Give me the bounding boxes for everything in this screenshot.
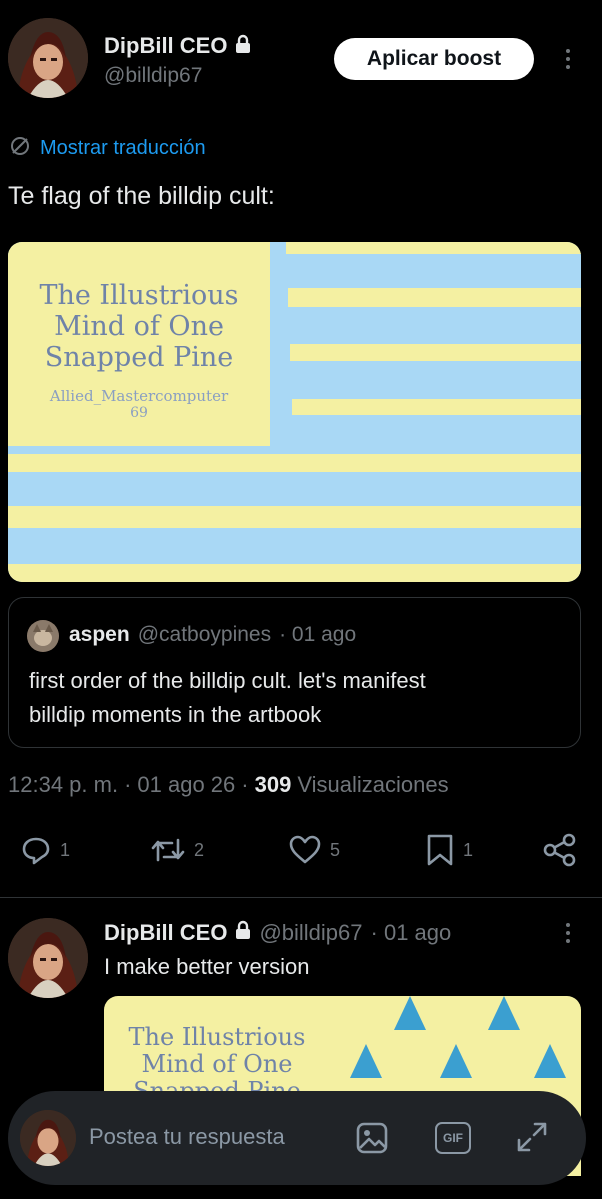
reply-more-options-icon[interactable] — [556, 921, 580, 945]
quote-text-line-2: billdip moments in the artbook — [29, 702, 322, 727]
reply-flag-title-line-1: The Illustrious — [128, 1023, 306, 1051]
translate-icon — [8, 134, 32, 163]
quote-author-avatar — [27, 620, 59, 652]
reply-author-name: DipBill CEO — [104, 920, 228, 945]
boost-button[interactable]: Aplicar boost — [334, 38, 534, 80]
gif-label: GIF — [443, 1131, 463, 1145]
reply-author-avatar[interactable] — [8, 918, 88, 998]
quote-text-line-1: first order of the billdip cult. let's m… — [29, 668, 426, 693]
expand-icon[interactable] — [515, 1120, 549, 1159]
flag-number: 69 — [130, 405, 148, 421]
more-options-icon[interactable] — [556, 47, 580, 71]
heart-icon — [288, 834, 322, 866]
lock-icon — [235, 34, 251, 59]
quote-date: · 01 ago — [279, 623, 357, 646]
show-translation-label: Mostrar traducción — [40, 136, 206, 159]
like-count: 5 — [330, 839, 341, 860]
reply-author-handle: @billdip67 — [259, 920, 363, 945]
views-count[interactable]: 309 — [255, 772, 292, 798]
post-date: 01 ago 26 — [137, 772, 236, 797]
flag-title-line-2: Mind of One — [54, 311, 224, 342]
repost-button[interactable]: 2 — [150, 830, 204, 870]
flag-title-line-1: The Illustrious — [39, 280, 239, 311]
gif-icon[interactable]: GIF — [435, 1122, 471, 1154]
quoted-post[interactable]: aspen @catboypines · 01 ago first order … — [8, 597, 581, 748]
like-button[interactable]: 5 — [288, 830, 340, 870]
bookmark-icon — [425, 833, 455, 867]
show-translation-link[interactable]: Mostrar traducción — [8, 134, 206, 162]
post-image[interactable]: The Illustrious Mind of One Snapped Pine… — [8, 242, 581, 582]
reply-date: · 01 ago — [370, 920, 452, 945]
composer-avatar — [20, 1110, 76, 1166]
post-meta: 12:34 p. m. · 01 ago 26 · 309 Visualizac… — [8, 772, 449, 798]
share-button[interactable] — [542, 830, 578, 870]
author-display-name: DipBill CEO — [104, 33, 228, 58]
lock-icon — [235, 920, 251, 946]
repost-icon — [150, 834, 186, 866]
author-avatar[interactable] — [8, 18, 88, 98]
bookmark-count: 1 — [463, 839, 474, 860]
repost-count: 2 — [194, 839, 205, 860]
post-time: 12:34 p. m. — [8, 772, 119, 797]
quote-author-handle: @catboypines — [137, 623, 272, 646]
reply-icon — [20, 834, 52, 866]
quote-author-name: aspen — [69, 623, 130, 646]
author-name[interactable]: DipBill CEO — [104, 32, 251, 60]
image-upload-icon[interactable] — [355, 1121, 389, 1160]
reply-input[interactable]: Postea tu respuesta — [89, 1124, 285, 1150]
flag-author: Allied_Mastercomputer — [49, 387, 229, 405]
divider — [0, 897, 602, 898]
views-label[interactable]: Visualizaciones — [297, 772, 448, 798]
flag-title-line-3: Snapped Pine — [44, 342, 234, 373]
reply-button[interactable]: 1 — [20, 830, 70, 870]
author-handle[interactable]: @billdip67 — [104, 64, 202, 88]
post-text: Te flag of the billdip cult: — [8, 182, 275, 210]
share-icon — [542, 832, 578, 868]
reply-header[interactable]: DipBill CEO @billdip67 · 01 ago — [104, 918, 451, 948]
reply-composer[interactable]: Postea tu respuesta GIF — [8, 1091, 586, 1185]
bookmark-button[interactable]: 1 — [425, 830, 473, 870]
reply-text: I make better version — [104, 954, 310, 979]
reply-count: 1 — [60, 839, 71, 860]
reply-flag-title-line-2: Mind of One — [141, 1050, 293, 1078]
